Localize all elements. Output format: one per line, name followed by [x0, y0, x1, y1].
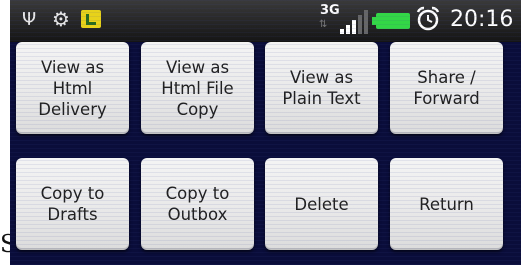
signal-strength-icon [340, 10, 370, 34]
phone-screen: Ψ ⚙ 3G ⇅ 20:16 View as Html Delivery Vie… [10, 0, 521, 265]
page: S Ψ ⚙ 3G ⇅ 20:16 View as Html Delivery V… [0, 0, 521, 269]
usb-icon: Ψ [22, 9, 37, 30]
share-forward-button[interactable]: Share / Forward [390, 42, 503, 134]
delete-label: Delete [294, 194, 349, 214]
return-label: Return [419, 194, 474, 214]
view-as-html-delivery-button[interactable]: View as Html Delivery [16, 42, 129, 134]
data-activity-icon: ⇅ [319, 19, 328, 30]
3g-network-icon: 3G [320, 3, 340, 18]
share-forward-label: Share / Forward [413, 68, 480, 108]
copy-to-outbox-button[interactable]: Copy to Outbox [141, 158, 254, 250]
view-as-html-file-copy-button[interactable]: View as Html File Copy [141, 42, 254, 134]
sd-card-icon [81, 10, 101, 28]
copy-to-drafts-button[interactable]: Copy to Drafts [16, 158, 129, 250]
copy-to-outbox-label: Copy to Outbox [165, 184, 230, 224]
status-bar: Ψ ⚙ 3G ⇅ 20:16 [10, 0, 521, 42]
view-as-plain-text-button[interactable]: View as Plain Text [265, 42, 378, 134]
battery-icon [372, 13, 410, 29]
status-time: 20:16 [450, 7, 514, 32]
view-as-html-file-copy-label: View as Html File Copy [161, 57, 234, 119]
view-as-plain-text-label: View as Plain Text [282, 68, 361, 108]
android-debug-icon: ⚙ [52, 7, 70, 31]
delete-button[interactable]: Delete [265, 158, 378, 250]
alarm-clock-icon [416, 6, 440, 31]
view-as-html-delivery-label: View as Html Delivery [38, 57, 107, 119]
return-button[interactable]: Return [390, 158, 503, 250]
copy-to-drafts-label: Copy to Drafts [40, 184, 105, 224]
